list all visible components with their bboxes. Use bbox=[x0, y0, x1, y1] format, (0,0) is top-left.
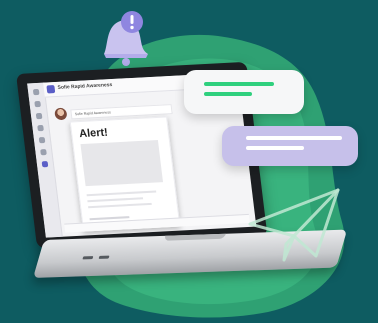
alert-title: Alert! bbox=[78, 126, 109, 141]
alert-text-line bbox=[87, 197, 144, 203]
teams-icon[interactable] bbox=[35, 112, 43, 120]
alert-text-line bbox=[86, 190, 157, 197]
bubble-line bbox=[204, 92, 252, 96]
app-logo-icon bbox=[46, 85, 56, 94]
files-icon[interactable] bbox=[40, 148, 47, 156]
alert-image-placeholder bbox=[80, 140, 164, 187]
activity-icon[interactable] bbox=[32, 88, 40, 96]
bubble-line bbox=[246, 136, 342, 140]
bell-alert-icon bbox=[84, 6, 154, 68]
usb-port bbox=[98, 255, 110, 259]
bubble-line bbox=[204, 82, 274, 86]
usb-port bbox=[82, 256, 94, 260]
alert-card: Alert! bbox=[69, 116, 181, 232]
calls-icon[interactable] bbox=[38, 136, 46, 144]
bubble-line bbox=[246, 146, 304, 150]
app-title: Sofie Rapid Awareness bbox=[57, 82, 113, 91]
alert-text-line bbox=[88, 202, 152, 209]
app-shortcut-icon[interactable] bbox=[41, 160, 49, 168]
chat-bubble-purple bbox=[222, 126, 358, 166]
illustration-scene: Sofie Rapid Awareness Sofie Rapid Awaren… bbox=[0, 0, 378, 323]
calendar-icon[interactable] bbox=[37, 124, 44, 132]
avatar bbox=[54, 107, 68, 121]
chat-icon[interactable] bbox=[34, 100, 41, 108]
message-sender: Sofie Rapid Awareness bbox=[74, 110, 111, 117]
paper-plane-icon bbox=[248, 188, 340, 262]
chat-bubble-green bbox=[184, 70, 304, 114]
